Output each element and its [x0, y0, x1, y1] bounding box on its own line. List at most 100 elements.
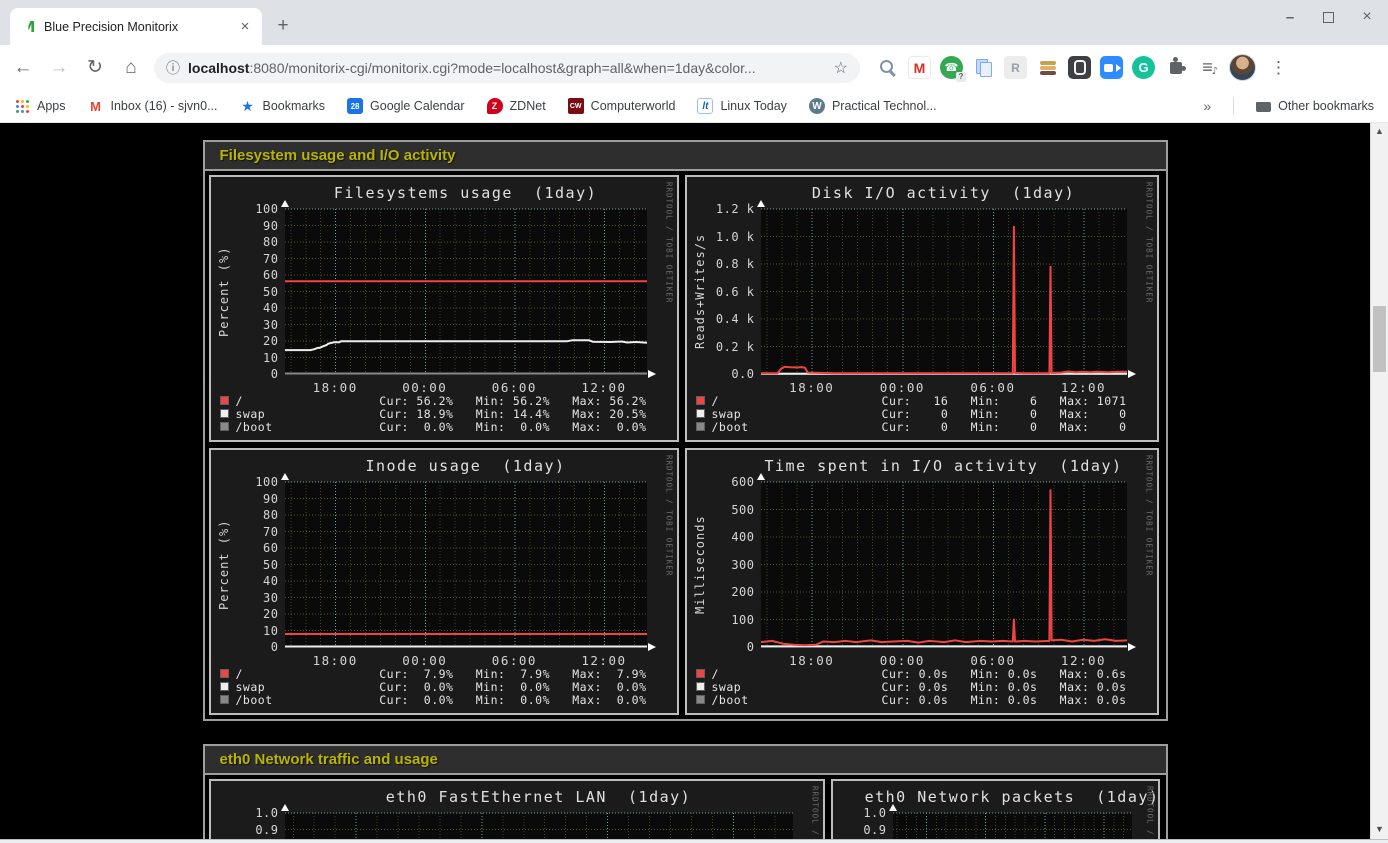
gmail-extension-icon[interactable]	[908, 56, 931, 79]
search-extension-icon[interactable]	[876, 56, 899, 79]
section-filesystem: Filesystem usage and I/O activity Filesy…	[203, 140, 1168, 721]
scroll-down-icon[interactable]: ▼	[1371, 821, 1388, 837]
playlist-extension-icon[interactable]	[1196, 56, 1219, 79]
rrdtool-watermark: RRDTOOL / TOBI OETIKER	[1145, 182, 1154, 303]
legend-swatch	[220, 396, 229, 405]
browser-toolbar: ← → ↻ ⌂ ⓘ localhost:8080/monitorix-cgi/m…	[0, 45, 1388, 90]
browser-tab[interactable]: Blue Precision Monitorix ×	[10, 8, 262, 45]
url-host: localhost	[188, 60, 249, 76]
rrdtool-watermark: RRDTOOL / TOBI OETIKER	[665, 182, 674, 303]
legend-stats: Cur: 0.0% Min: 0.0% Max: 0.0%	[379, 420, 646, 434]
vertical-scrollbar[interactable]: ▲ ▼	[1370, 123, 1388, 842]
y-tick-label: 0	[709, 640, 755, 654]
profile-avatar[interactable]	[1229, 54, 1256, 81]
y-tick-label: 0.4 k	[709, 312, 755, 326]
copy-extension-icon[interactable]	[972, 56, 995, 79]
bookmark-cw[interactable]: Computerworld	[568, 98, 676, 114]
close-window-button[interactable]: ×	[1360, 10, 1374, 24]
browser-menu-icon[interactable]: ⋮	[1266, 58, 1291, 78]
bookmark-label: Apps	[37, 99, 66, 113]
minimize-button[interactable]: –	[1283, 10, 1297, 24]
back-button[interactable]: ←	[10, 55, 36, 81]
tab-strip: Blue Precision Monitorix × + – ×	[0, 0, 1388, 45]
legend-row: swapCur: 0 Min: 0 Max: 0	[696, 407, 1127, 420]
y-tick-label: 50	[233, 558, 279, 572]
bookmark-blue-star[interactable]: Bookmarks	[240, 98, 326, 114]
y-tick-label: 70	[233, 252, 279, 266]
eth0-charts-grid: eth0 FastEthernet LAN (1day)0.00.10.20.3…	[205, 775, 1166, 842]
chart-plot-area	[211, 781, 823, 842]
bookmarks-overflow-icon[interactable]: »	[1203, 98, 1211, 114]
r-app-extension-icon[interactable]	[1004, 56, 1027, 79]
bookmark-gmail-m[interactable]: Inbox (16) - sjvn0...	[88, 98, 218, 114]
grammarly-extension-icon[interactable]	[1132, 56, 1155, 79]
legend-swatch	[696, 695, 705, 704]
legend-swatch	[696, 682, 705, 691]
y-tick-label: 100	[233, 202, 279, 216]
y-tick-label: 80	[233, 508, 279, 522]
stack-extension-icon[interactable]	[1036, 56, 1059, 79]
legend-swatch	[696, 422, 705, 431]
section-eth0-network: eth0 Network traffic and usage eth0 Fast…	[203, 744, 1168, 842]
legend-name: /boot	[236, 693, 273, 707]
bookmark-label: ZDNet	[510, 99, 546, 113]
y-tick-label: 1.2 k	[709, 202, 755, 216]
y-tick-label: 10	[233, 351, 279, 365]
bookmarks-divider	[1233, 97, 1234, 115]
legend-name: swap	[712, 680, 742, 694]
apps-grid-icon	[14, 98, 30, 114]
chart-disk-io-activity[interactable]: Disk I/O activity (1day)Reads+Writes/s0.…	[685, 175, 1159, 442]
legend-name: swap	[236, 407, 266, 421]
chart-eth0-lan[interactable]: eth0 FastEthernet LAN (1day)0.00.10.20.3…	[209, 779, 825, 842]
y-tick-label: 40	[233, 574, 279, 588]
y-tick-label: 200	[709, 585, 755, 599]
chart-filesystems-usage[interactable]: Filesystems usage (1day)Percent (%)01020…	[209, 175, 679, 442]
rrdtool-watermark: RRDTOOL / TOBI OETIKER	[1145, 455, 1154, 576]
y-tick-label: 1.0	[841, 806, 887, 820]
page-info-icon[interactable]: ⓘ	[166, 58, 180, 78]
bookmark-label: Bookmarks	[263, 99, 326, 113]
dark-app-extension-icon[interactable]	[1068, 56, 1091, 79]
url-text[interactable]: localhost:8080/monitorix-cgi/monitorix.c…	[188, 60, 756, 76]
legend-row: swapCur: 0.0s Min: 0.0s Max: 0.0s	[696, 680, 1127, 693]
chart-eth0-packets[interactable]: eth0 Network packets (1day)Packets/s0.00…	[831, 779, 1160, 842]
y-tick-label: 0.8 k	[709, 257, 755, 271]
legend-stats: Cur: 0.0% Min: 0.0% Max: 0.0%	[379, 693, 646, 707]
bookmark-wordpress[interactable]: Practical Technol...	[809, 98, 937, 114]
bookmark-apps-grid[interactable]: Apps	[14, 98, 66, 114]
bookmark-star-icon[interactable]: ☆	[834, 58, 848, 78]
legend-stats: Cur: 0 Min: 0 Max: 0	[882, 420, 1127, 434]
home-button[interactable]: ⌂	[118, 55, 144, 81]
legend-swatch	[696, 396, 705, 405]
cw-icon	[568, 98, 584, 114]
reload-button[interactable]: ↻	[82, 55, 108, 81]
bookmark-calendar-28[interactable]: Google Calendar	[347, 98, 465, 114]
legend-name: /boot	[712, 693, 749, 707]
legend-name: /	[236, 394, 243, 408]
legend-row: /boot Cur: 0.0% Min: 0.0% Max: 0.0%	[220, 693, 647, 706]
scrollbar-thumb[interactable]	[1373, 306, 1386, 372]
address-bar[interactable]: ⓘ localhost:8080/monitorix-cgi/monitorix…	[154, 53, 860, 83]
bookmark-zdnet[interactable]: ZDNet	[487, 98, 546, 114]
bookmark-linux-today[interactable]: Linux Today	[697, 98, 787, 114]
tab-close-icon[interactable]: ×	[236, 18, 254, 36]
legend-name: /boot	[236, 420, 273, 434]
zoom-extension-icon[interactable]	[1100, 56, 1123, 79]
y-tick-label: 80	[233, 235, 279, 249]
monitorix-favicon-icon	[20, 19, 36, 35]
maximize-button[interactable]	[1323, 12, 1334, 23]
legend-swatch	[220, 669, 229, 678]
legend-swatch	[220, 422, 229, 431]
chart-time-io-activity[interactable]: Time spent in I/O activity (1day)Millise…	[685, 448, 1159, 715]
chart-inode-usage[interactable]: Inode usage (1day)Percent (%)01020304050…	[209, 448, 679, 715]
y-tick-label: 20	[233, 334, 279, 348]
voice-extension-icon[interactable]	[940, 56, 963, 79]
other-bookmarks-button[interactable]: Other bookmarks	[1256, 99, 1374, 113]
puzzle-extension-icon[interactable]	[1164, 56, 1187, 79]
legend-stats: Cur: 16 Min: 6 Max: 1071	[882, 394, 1127, 408]
page-content: Filesystem usage and I/O activity Filesy…	[0, 123, 1388, 842]
new-tab-button[interactable]: +	[270, 13, 296, 39]
legend-name: /	[712, 394, 719, 408]
y-tick-label: 30	[233, 591, 279, 605]
scroll-up-icon[interactable]: ▲	[1371, 123, 1388, 139]
